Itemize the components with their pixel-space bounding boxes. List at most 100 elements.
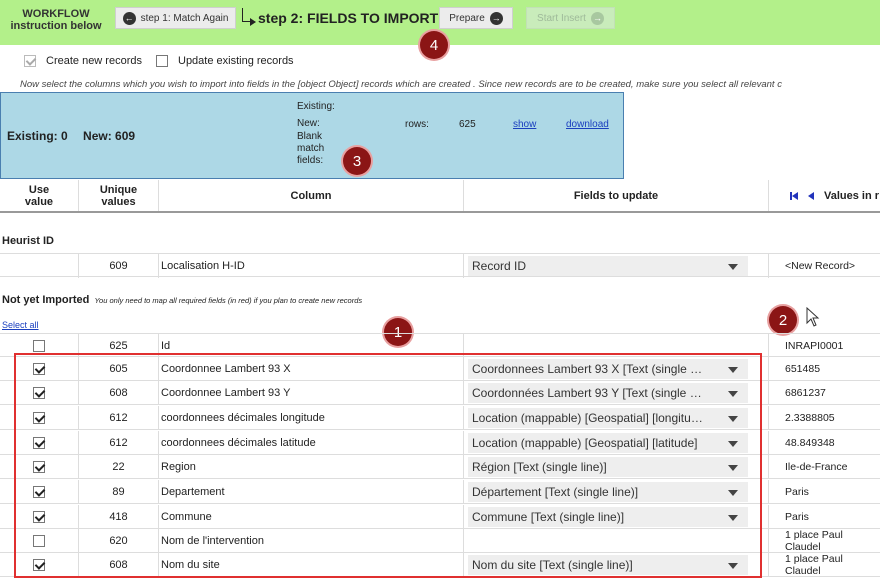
chevron-down-icon (728, 367, 738, 373)
unique-count: 89 (79, 480, 159, 504)
field-select-value: Location (mappable) [Geospatial] [longit… (472, 411, 704, 425)
field-cell: Nom du site [Text (single line)] (464, 553, 769, 577)
annotation-badge-4: 4 (420, 31, 448, 59)
field-select[interactable]: Commune [Text (single line)] (468, 507, 748, 527)
use-value-checkbox[interactable] (33, 535, 45, 547)
unique-count: 608 (79, 553, 159, 577)
existing-label: Existing: (297, 101, 335, 112)
record-value: 1 place Paul Claudel (785, 529, 843, 553)
use-value-cell (0, 254, 79, 278)
unique-values-header-line2: values (101, 195, 136, 208)
unique-count: 609 (79, 254, 159, 278)
prepare-button[interactable]: Prepare → (439, 7, 513, 29)
field-cell: Location (mappable) [Geospatial] [longit… (464, 406, 769, 430)
unique-count: 418 (79, 505, 159, 529)
field-select[interactable]: Location (mappable) [Geospatial] [latitu… (468, 433, 748, 453)
column-header: Column (159, 180, 464, 211)
workflow-title: WORKFLOW instruction below (6, 8, 106, 32)
unique-count: 625 (79, 334, 159, 358)
show-link[interactable]: show (513, 119, 536, 130)
step1-match-again-button[interactable]: ← step 1: Match Again (115, 7, 236, 29)
column-name: Commune (159, 505, 464, 529)
table-row: 608 Nom du site Nom du site [Text (singl… (0, 553, 880, 577)
not-imported-section-title: Not yet Imported You only need to map al… (2, 294, 362, 306)
chevron-down-icon (728, 563, 738, 569)
use-value-checkbox[interactable] (33, 461, 45, 473)
annotation-badge-2: 2 (769, 306, 797, 334)
start-insert-label: Start Insert (537, 12, 586, 24)
download-link[interactable]: download (566, 119, 609, 130)
record-value: Paris (785, 511, 809, 523)
rows-label: rows: (405, 119, 429, 130)
table-row: 612 coordonnees décimales longitude Loca… (0, 406, 880, 430)
table-row: 625 Id INRAPI0001 (0, 333, 880, 358)
record-value: 2.3388805 (785, 412, 835, 424)
new-label: New: (297, 118, 320, 129)
step2-title: step 2: FIELDS TO IMPORT (258, 10, 439, 26)
step1-label: step 1: Match Again (140, 12, 229, 24)
blank-label-fields: fields: (297, 155, 324, 166)
chevron-down-icon (728, 264, 738, 270)
field-select[interactable]: Coordonnées Lambert 93 Y [Text (single l… (468, 383, 748, 403)
chevron-down-icon (728, 416, 738, 422)
summary-panel: Existing: 0 New: 609 Existing: New: Blan… (0, 92, 624, 179)
blank-label: Blank (297, 131, 323, 142)
not-imported-note: You only need to map all required fields… (94, 296, 363, 305)
step-arrow-icon (250, 18, 256, 26)
use-value-checkbox[interactable] (33, 486, 45, 498)
unique-count: 608 (79, 381, 159, 405)
first-record-arrow-icon[interactable] (792, 192, 798, 200)
use-value-checkbox[interactable] (33, 559, 45, 571)
column-name: Nom de l'intervention (159, 529, 464, 553)
field-select[interactable]: Location (mappable) [Geospatial] [longit… (468, 408, 748, 428)
field-select-value: Département [Text (single line)] (472, 485, 639, 499)
use-value-checkbox[interactable] (33, 412, 45, 424)
chevron-down-icon (728, 515, 738, 521)
use-value-checkbox[interactable] (33, 511, 45, 523)
field-cell: Coordonnées Lambert 93 Y [Text (single l… (464, 381, 769, 405)
table-row: 609 Localisation H-ID Record ID <New Rec… (0, 253, 880, 278)
update-existing-records-label: Update existing records (178, 55, 294, 67)
new-count: New: 609 (83, 129, 136, 143)
use-value-checkbox[interactable] (33, 437, 45, 449)
rows-value: 625 (459, 119, 476, 130)
start-insert-button[interactable]: Start Insert → (526, 7, 615, 29)
use-value-cell (0, 381, 79, 405)
heurist-id-section-title: Heurist ID (2, 235, 54, 247)
use-value-checkbox[interactable] (33, 387, 45, 399)
field-cell: Commune [Text (single line)] (464, 505, 769, 529)
field-select-value: Coordonnees Lambert 93 X [Text (single l… (472, 362, 704, 376)
column-name: Id (159, 334, 464, 358)
field-cell (464, 334, 769, 358)
field-cell: Location (mappable) [Geospatial] [latitu… (464, 431, 769, 455)
select-all-link[interactable]: Select all (2, 320, 39, 330)
field-select[interactable]: Record ID (468, 256, 748, 276)
field-select[interactable]: Nom du site [Text (single line)] (468, 555, 748, 575)
chevron-down-icon (728, 490, 738, 496)
table-row: 605 Coordonnee Lambert 93 X Coordonnees … (0, 357, 880, 381)
create-new-records-checkbox[interactable] (24, 55, 36, 67)
table-row: 620 Nom de l'intervention 1 place Paul C… (0, 529, 880, 553)
field-select[interactable]: Coordonnees Lambert 93 X [Text (single l… (468, 359, 748, 379)
unique-count: 612 (79, 406, 159, 430)
column-name: Coordonnee Lambert 93 X (159, 357, 464, 381)
record-value: INRAPI0001 (785, 340, 844, 352)
unique-count: 612 (79, 431, 159, 455)
use-value-cell (0, 406, 79, 430)
field-cell: Coordonnees Lambert 93 X [Text (single l… (464, 357, 769, 381)
not-imported-title: Not yet Imported (2, 294, 90, 306)
table-header: Use value Unique values Column Fields to u… (0, 180, 880, 213)
field-select[interactable]: Région [Text (single line)] (468, 457, 748, 477)
field-cell: Région [Text (single line)] (464, 455, 769, 479)
update-existing-records-checkbox[interactable] (156, 55, 168, 67)
unique-count: 620 (79, 529, 159, 553)
use-value-cell (0, 455, 79, 479)
column-name: Localisation H-ID (159, 254, 464, 278)
table-row: 608 Coordonnee Lambert 93 Y Coordonnées … (0, 381, 880, 405)
table-row: 612 coordonnees décimales latitude Locat… (0, 431, 880, 455)
table-row: 418 Commune Commune [Text (single line)]… (0, 505, 880, 529)
use-value-checkbox[interactable] (33, 363, 45, 375)
column-name: Region (159, 455, 464, 479)
use-value-checkbox[interactable] (33, 340, 45, 352)
field-select[interactable]: Département [Text (single line)] (468, 482, 748, 502)
